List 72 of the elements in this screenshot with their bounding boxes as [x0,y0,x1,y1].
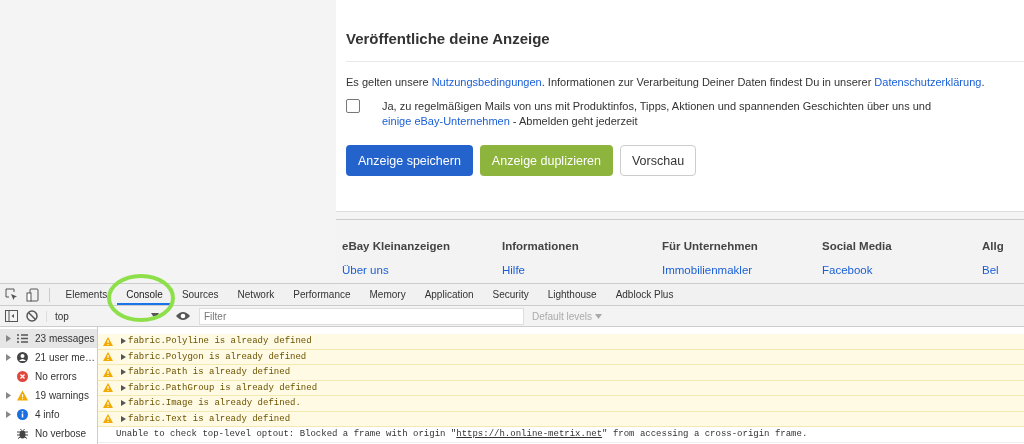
expand-arrow-icon[interactable] [121,415,126,422]
message-text: Unable to check top-level optout: Blocked a frame with origin "https://h.online-metrix.net" from accessing a cross-origin frame. [116,429,808,440]
caret-icon [151,313,159,319]
warning-icon [103,383,113,393]
footer-link[interactable]: Facebook [822,264,982,276]
sidebar-toggle-icon[interactable] [5,310,18,322]
bug-icon [17,428,28,439]
warning-icon [103,414,113,424]
sidebar-item[interactable]: 4 info [0,405,97,424]
warning-icon [103,352,113,362]
expand-arrow-icon[interactable] [6,411,11,418]
newsletter-checkbox[interactable] [346,99,360,113]
highlight-circle [106,273,176,323]
action-button[interactable]: Anzeige speichern [346,145,473,176]
devtools-tab[interactable]: Elements [56,284,117,305]
footer-link[interactable]: Über uns [342,264,502,276]
sidebar-item[interactable]: No errors [0,367,97,386]
expand-arrow-icon[interactable] [121,369,126,376]
footer-heading: Informationen [502,240,580,252]
devtools-tab[interactable]: Network [228,284,284,305]
footer-link[interactable]: Hilfe [502,264,662,276]
devtools-tab[interactable]: Sources [172,284,229,305]
user-icon [17,352,28,363]
expand-arrow-icon[interactable] [121,400,126,407]
terms-text: Es gelten unsere Nutzungsbedingungen. Informationen zur Verarbeitung Deiner Daten findest Du in unserer Datenschutzerklärung. [346,76,986,88]
companies-link[interactable]: einige eBay-Unternehmen [382,115,510,127]
message-text: fabric.Text is already defined [128,413,291,424]
caret-icon [595,313,603,319]
newsletter-label: Ja, zu regelmäßigen Mails von uns mit Produktinfos, Tipps, Aktionen und spannenden Geschichten über uns und einige eBay-Unternehmen - Abmelden geht jederzeit [382,99,933,129]
list-icon [17,334,28,343]
expand-arrow-icon[interactable] [121,338,126,345]
warning-icon [103,336,113,346]
expand-arrow-icon[interactable] [6,392,11,399]
footer-heading: Allg [982,240,1005,252]
devtools-tab[interactable]: Lighthouse [538,284,607,305]
sidebar-item[interactable]: 21 user me… [0,348,97,367]
info-icon [17,409,28,420]
action-button[interactable]: Vorschau [619,145,697,176]
expand-arrow-icon[interactable] [6,354,11,361]
sidebar-item[interactable]: 23 messages [0,329,97,348]
sidebar-item[interactable]: 19 warnings [0,386,97,405]
footer-heading: Social Media [822,240,893,252]
error-icon [17,371,28,382]
devtools-tab[interactable]: Memory [360,284,416,305]
devtools-tab[interactable]: Application [415,284,484,305]
message-text: fabric.PathGroup is already defined [128,382,318,393]
warning-icon [103,367,113,377]
expand-arrow-icon[interactable] [121,353,126,360]
footer-link[interactable]: Bel [982,264,1024,276]
message-text: fabric.Polyline is already defined [128,336,312,347]
message-text: fabric.Image is already defined. [128,398,301,409]
footer-heading: Für Unternehmen [662,240,759,252]
message-text: fabric.Polygon is already defined [128,351,307,362]
devtools-tab[interactable]: Security [483,284,539,305]
devtools-tab[interactable]: Adblock Plus [606,284,683,305]
context-select[interactable]: top [46,310,163,322]
footer-link[interactable]: Immobilienmakler [662,264,822,276]
device-toolbar-icon[interactable] [26,287,39,302]
footer-heading: eBay Kleinanzeigen [342,240,451,252]
card-title: Veröffentliche deine Anzeige [346,30,1024,62]
filter-input[interactable]: Filter [199,307,524,325]
terms-link[interactable]: Nutzungsbedingungen [431,76,542,88]
devtools-tab[interactable]: Performance [283,284,360,305]
message-text: fabric.Path is already defined [128,367,291,378]
sidebar-item[interactable]: No verbose [0,424,97,443]
inspect-icon[interactable] [5,288,18,301]
warning-icon [17,390,28,401]
url-link[interactable]: https://h.online-metrix.net [456,429,603,440]
eye-icon[interactable] [175,311,191,321]
clear-console-icon[interactable] [26,310,38,322]
warning-icon [103,398,113,408]
expand-arrow-icon[interactable] [121,384,126,391]
